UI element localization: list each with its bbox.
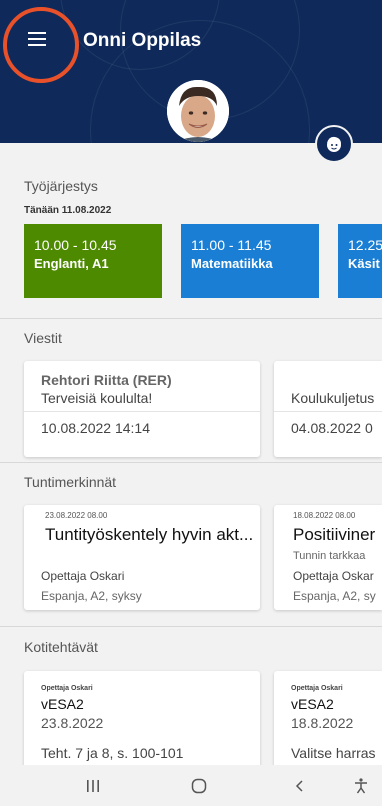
accessibility-icon [355,778,367,794]
homework-card[interactable]: Opettaja Oskari vESA2 23.8.2022 Teht. 7 … [24,671,260,771]
lesson-subject: Englanti, A1 [34,256,109,271]
homework-teacher: Opettaja Oskari [41,685,93,692]
homework-teacher: Opettaja Oskari [291,685,343,692]
messages-title: Viestit [24,330,62,346]
lesson-mark-date: 18.08.2022 08.00 [293,511,356,520]
schedule-date: Tänään 11.08.2022 [24,205,112,216]
student-face-icon [327,136,341,152]
homework-title: Kotitehtävät [24,639,98,655]
message-card[interactable]: Rehtori Riitta (RER) Terveisiä koululta!… [24,361,260,457]
lesson-mark-date: 23.08.2022 08.00 [45,511,108,520]
recents-button[interactable] [80,775,106,797]
lesson-mark-subtitle: Tunnin tarkkaa [293,550,366,562]
accessibility-button[interactable] [348,775,374,797]
message-text: Terveisiä koululta! [41,390,153,406]
lesson-mark-teacher: Opettaja Oskar [293,569,374,583]
lesson-card[interactable]: 10.00 - 10.45 Englanti, A1 [24,224,162,298]
lesson-subject: Käsit [348,256,380,271]
homework-card[interactable]: Opettaja Oskari vESA2 18.8.2022 Valitse … [274,671,382,771]
lesson-mark-title: Positiiviner [293,525,376,544]
lesson-mark-course: Espanja, A2, syksy [41,589,142,603]
message-date: 10.08.2022 14:14 [41,420,150,436]
lesson-mark-title: Tuntityöskentely hyvin akt... [45,525,254,544]
homework-text: Teht. 7 ja 8, s. 100-101 [41,745,184,761]
lesson-mark-card[interactable]: 18.08.2022 08.00 Positiiviner Tunnin tar… [274,505,382,610]
section-divider [0,626,382,627]
student-face-button[interactable] [315,125,353,163]
homework-date: 23.8.2022 [41,715,104,731]
section-divider [0,462,382,463]
highlight-circle [3,7,79,83]
homework-title-text: vESA2 [291,696,334,712]
app-screen: Onni Oppilas Työjärjestys Tänään 11.08.2… [0,0,382,806]
lesson-marks-title: Tuntimerkinnät [24,474,117,490]
lesson-time: 11.00 - 11.45 [191,237,272,253]
homework-date: 18.8.2022 [291,715,354,731]
recents-icon [87,780,99,792]
lesson-subject: Matematiikka [191,256,273,271]
schedule-title: Työjärjestys [24,178,98,194]
back-icon [295,780,303,792]
lesson-mark-card[interactable]: 23.08.2022 08.00 Tuntityöskentely hyvin … [24,505,260,610]
lesson-mark-teacher: Opettaja Oskari [41,569,125,583]
lesson-time: 12.25 [348,237,382,253]
avatar[interactable] [167,80,229,142]
homework-title-text: vESA2 [41,696,84,712]
lesson-time: 10.00 - 10.45 [34,237,117,253]
lesson-card[interactable]: 12.25 Käsit [338,224,382,298]
home-icon [191,778,207,794]
lesson-mark-course: Espanja, A2, sy [293,589,376,603]
lesson-card[interactable]: 11.00 - 11.45 Matematiikka [181,224,319,298]
message-date: 04.08.2022 0 [291,420,373,436]
avatar-photo-icon [167,80,229,142]
message-text: Koulukuljetus [291,390,375,406]
user-name: Onni Oppilas [83,30,202,51]
message-card[interactable]: Koulukuljetus 04.08.2022 0 [274,361,382,457]
home-button[interactable] [186,775,212,797]
system-nav-bar [0,765,382,806]
message-sender: Rehtori Riitta (RER) [41,372,172,388]
section-divider [0,318,382,319]
homework-text: Valitse harras [291,745,376,761]
back-button[interactable] [287,775,313,797]
